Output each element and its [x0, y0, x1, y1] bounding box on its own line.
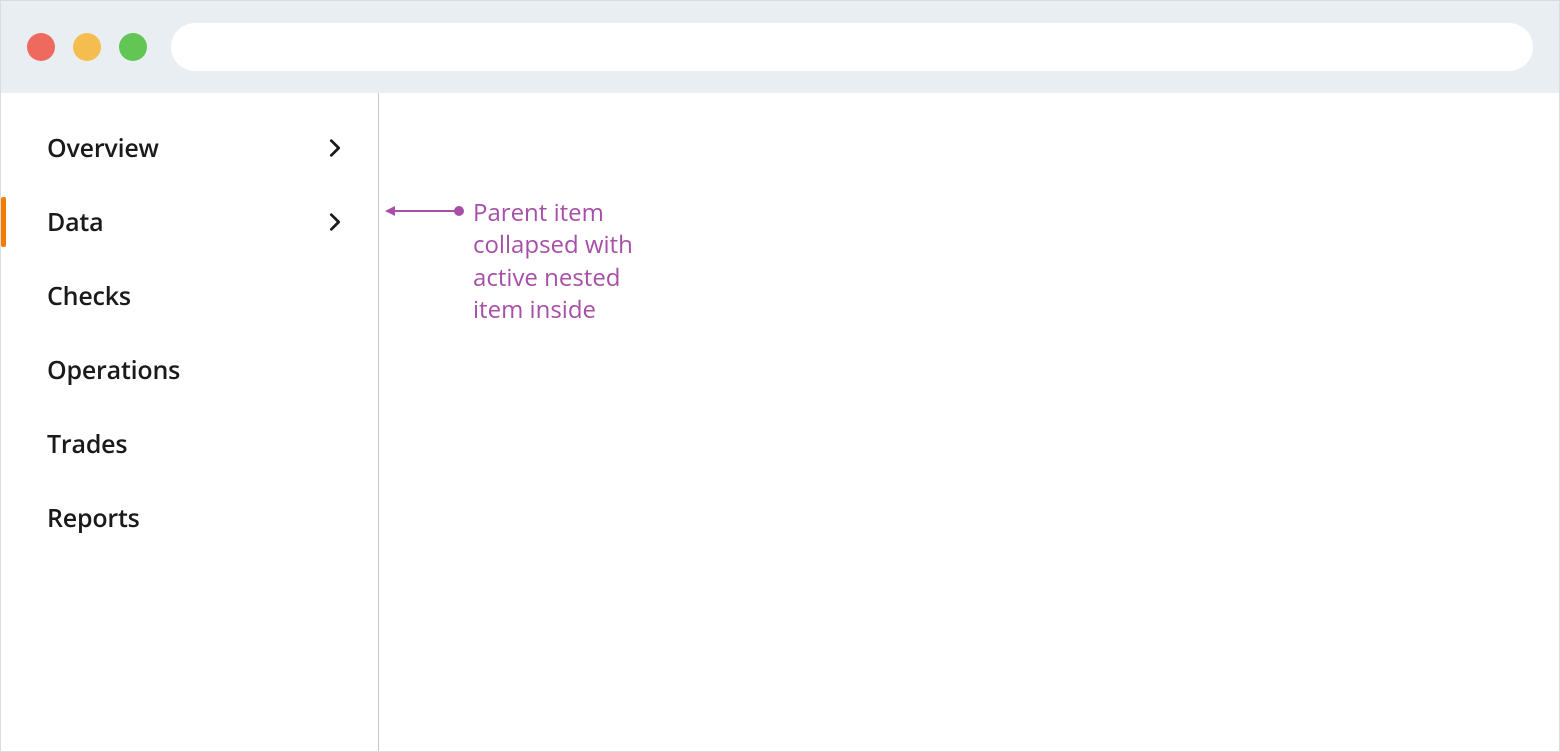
sidebar-item-label: Overview [47, 131, 159, 165]
sidebar-item-label: Checks [47, 279, 131, 313]
sidebar-item-data[interactable]: Data [1, 185, 378, 259]
sidebar-item-overview[interactable]: Overview [1, 111, 378, 185]
sidebar-item-label: Operations [47, 353, 180, 387]
chevron-right-icon [324, 137, 346, 159]
titlebar [1, 1, 1559, 93]
app-body: Overview Data Checks Operations Trades [1, 93, 1559, 751]
close-window-button[interactable] [27, 33, 55, 61]
chevron-right-icon [324, 211, 346, 233]
maximize-window-button[interactable] [119, 33, 147, 61]
sidebar-item-checks[interactable]: Checks [1, 259, 378, 333]
sidebar-item-label: Data [47, 205, 103, 239]
annotation-callout: Parent item collapsed with active nested… [385, 197, 653, 327]
sidebar-item-label: Reports [47, 501, 140, 535]
sidebar-item-reports[interactable]: Reports [1, 481, 378, 555]
address-bar[interactable] [171, 23, 1533, 71]
sidebar-item-operations[interactable]: Operations [1, 333, 378, 407]
sidebar: Overview Data Checks Operations Trades [1, 93, 379, 751]
annotation-arrow-icon [385, 203, 465, 219]
window-controls [27, 33, 147, 61]
annotation-text: Parent item collapsed with active nested… [473, 197, 653, 327]
sidebar-item-label: Trades [47, 427, 127, 461]
sidebar-item-trades[interactable]: Trades [1, 407, 378, 481]
app-window: Overview Data Checks Operations Trades [0, 0, 1560, 752]
minimize-window-button[interactable] [73, 33, 101, 61]
main-content: Parent item collapsed with active nested… [379, 93, 1559, 751]
